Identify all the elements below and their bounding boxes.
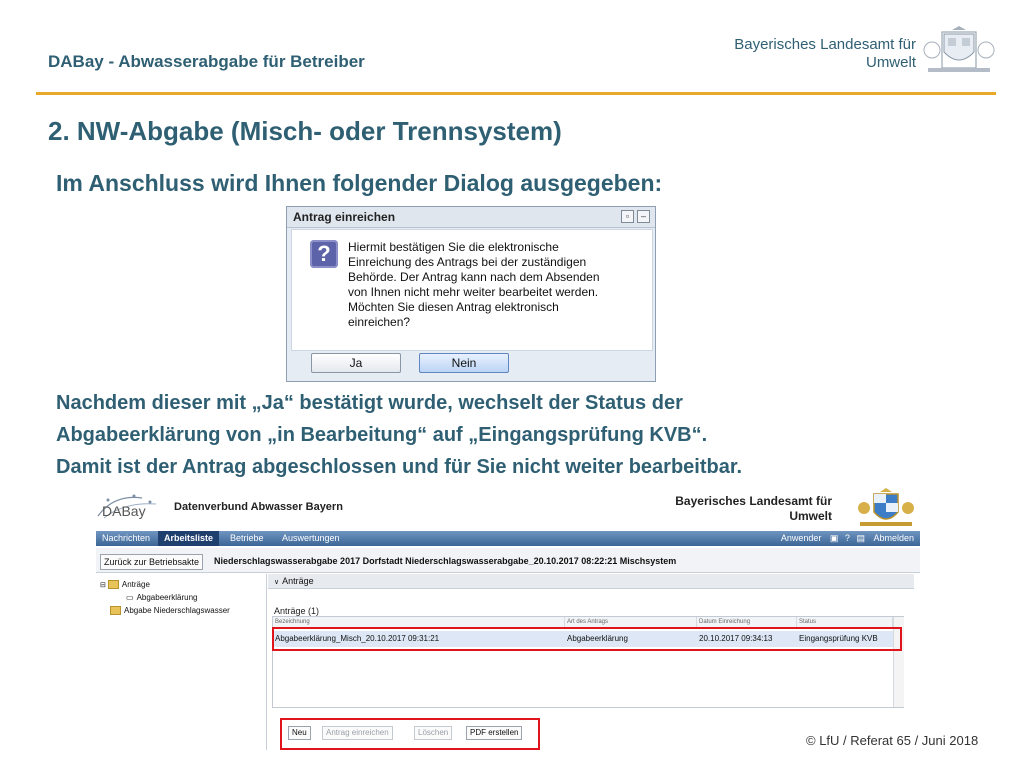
question-icon: ? <box>310 240 338 268</box>
yes-button[interactable]: Ja <box>311 353 401 373</box>
app-org-line2: Umwelt <box>789 509 832 523</box>
column-header[interactable]: Datum Einreichung <box>697 617 797 627</box>
app-screenshot: DABay Datenverbund Abwasser Bayern Bayer… <box>92 488 924 750</box>
document-icon: ▭ <box>126 593 134 602</box>
dialog-titlebar: Antrag einreichen ▫ – <box>287 207 655 228</box>
restore-icon[interactable]: ▫ <box>621 210 634 223</box>
app-org-name: Bayerisches Landesamt für Umwelt <box>632 494 832 524</box>
app-name: Datenverbund Abwasser Bayern <box>174 501 343 513</box>
dialog-message: Hiermit bestätigen Sie die elektronische… <box>348 240 600 329</box>
tree-item-antraege[interactable]: ⊟ Anträge <box>100 580 150 590</box>
column-header[interactable]: Art des Antrags <box>565 617 697 627</box>
nav-item-auswertungen[interactable]: Auswertungen <box>276 531 346 546</box>
slide-heading: 2. NW-Abgabe (Misch- oder Trennsystem) <box>48 116 562 146</box>
users-icon[interactable]: ▣ <box>830 533 839 543</box>
list-label: Anträge (1) <box>274 606 320 616</box>
tree-item-abgabeerklaerung[interactable]: ▭ Abgabeerklärung <box>126 593 198 602</box>
slide-header-title: DABay - Abwasserabgabe für Betreiber <box>48 52 365 71</box>
dialog-body: ? Hiermit bestätigen Sie die elektronisc… <box>291 229 653 351</box>
header-divider <box>36 92 996 95</box>
app-nav-bar: Nachrichten Arbeitsliste Betriebe Auswer… <box>96 531 920 546</box>
app-crest-logo <box>858 488 914 526</box>
footer-copyright: © LfU / Referat 65 / Juni 2018 <box>806 733 979 748</box>
help-icon[interactable]: ? <box>845 533 850 543</box>
highlight-box-buttons <box>280 718 540 750</box>
collapse-icon[interactable]: ⊟ <box>100 582 106 589</box>
intro-text: Im Anschluss wird Ihnen folgender Dialog… <box>56 170 663 196</box>
lock-icon[interactable]: ▤ <box>856 533 865 543</box>
nav-right: Anwender ▣ ? ▤ Abmelden <box>781 531 914 546</box>
confirm-dialog: Antrag einreichen ▫ – ? Hiermit bestätig… <box>286 206 656 382</box>
logout-link[interactable]: Abmelden <box>873 533 914 543</box>
org-name: Bayerisches Landesamt für Umwelt <box>660 36 916 72</box>
panel-title-label: Anträge <box>282 576 314 586</box>
tree-item-abgabe-niederschlagswasser[interactable]: Abgabe Niederschlagswasser <box>110 606 230 616</box>
chevron-down-icon: ∨ <box>274 579 280 586</box>
app-org-line1: Bayerisches Landesamt für <box>675 494 832 508</box>
panel-title[interactable]: ∨ Anträge <box>274 576 314 586</box>
status-paragraph-line1: Nachdem dieser mit „Ja“ bestätigt wurde,… <box>56 392 683 414</box>
dialog-title: Antrag einreichen <box>293 210 396 224</box>
minimize-icon[interactable]: – <box>637 210 650 223</box>
user-label: Anwender <box>780 533 822 543</box>
panel-header: ∨ Anträge <box>268 574 914 589</box>
org-name-line1: Bayerisches Landesamt für <box>734 36 916 53</box>
dabay-logo-text: DABay <box>102 503 146 519</box>
column-header[interactable]: Bezeichnung <box>273 617 565 627</box>
highlight-box-row <box>272 627 902 651</box>
org-name-line2: Umwelt <box>865 54 916 71</box>
navigation-tree: ⊟ Anträge ▭ Abgabeerklärung Abgabe Nieders… <box>96 574 267 750</box>
bavarian-crest-logo <box>923 26 995 72</box>
tree-item-abgabe-label: Abgabe Niederschlagswasser <box>124 606 230 615</box>
folder-icon <box>107 580 119 590</box>
app-toolbar: Zurück zur Betriebsakte Niederschlagswas… <box>96 548 920 573</box>
nav-item-betriebe[interactable]: Betriebe <box>224 531 270 546</box>
back-to-betriebsakte-button[interactable]: Zurück zur Betriebsakte <box>100 554 204 570</box>
folder-icon <box>110 606 121 616</box>
record-path: Niederschlagswasserabgabe 2017 Dorfstadt… <box>214 556 677 566</box>
no-button[interactable]: Nein <box>419 353 509 373</box>
dabay-logo: DABay <box>97 494 157 519</box>
tree-item-antraege-label: Anträge <box>121 580 150 589</box>
column-header[interactable]: Status <box>797 617 893 627</box>
status-paragraph-line2: Abgabeerklärung von „in Bearbeitung“ auf… <box>56 424 708 446</box>
nav-item-nachrichten[interactable]: Nachrichten <box>96 531 156 546</box>
status-paragraph-line3: Damit ist der Antrag abgeschlossen und f… <box>56 456 743 478</box>
nav-item-arbeitsliste[interactable]: Arbeitsliste <box>158 531 220 546</box>
tree-item-abgabeerklaerung-label: Abgabeerklärung <box>136 593 198 602</box>
